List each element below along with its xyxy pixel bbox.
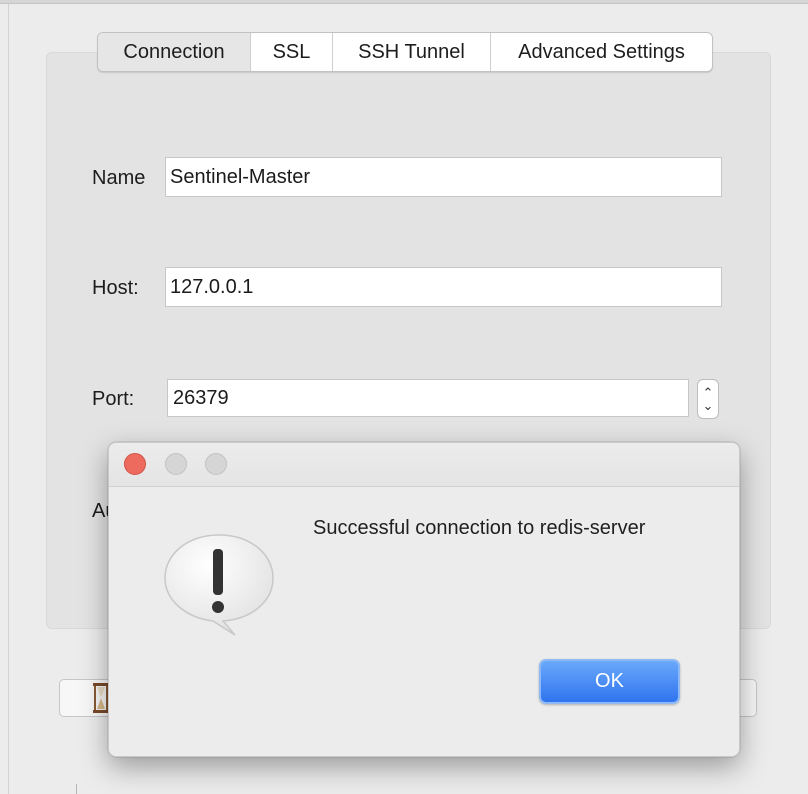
host-field[interactable]: 127.0.0.1 [165, 267, 722, 307]
zoom-window-button[interactable] [205, 453, 227, 475]
close-window-button[interactable] [124, 453, 146, 475]
ok-button[interactable]: OK [539, 659, 680, 704]
tab-ssl[interactable]: SSL [251, 33, 333, 71]
minimize-window-button[interactable] [165, 453, 187, 475]
exclamation-speech-bubble-icon [164, 534, 274, 636]
port-stepper[interactable]: ⌃ ⌄ [697, 379, 719, 419]
alert-dialog: Successful connection to redis-server OK [108, 442, 740, 757]
chevron-down-icon[interactable]: ⌄ [703, 399, 714, 412]
name-field[interactable]: Sentinel-Master [165, 157, 722, 197]
port-label: Port: [92, 388, 135, 410]
port-field[interactable]: 26379 [167, 379, 689, 417]
window-left-edge [8, 4, 9, 794]
settings-tabbar: Connection SSL SSH Tunnel Advanced Setti… [97, 32, 713, 72]
dialog-titlebar [109, 443, 739, 487]
window-divider [76, 784, 77, 794]
window-top-edge [0, 0, 808, 4]
dialog-message: Successful connection to redis-server [313, 517, 646, 539]
hourglass-icon [93, 683, 109, 713]
host-label: Host: [92, 277, 139, 299]
tab-ssh-tunnel[interactable]: SSH Tunnel [333, 33, 491, 71]
name-label: Name [92, 167, 146, 189]
tab-advanced-settings[interactable]: Advanced Settings [491, 33, 712, 71]
tab-connection[interactable]: Connection [98, 33, 251, 71]
